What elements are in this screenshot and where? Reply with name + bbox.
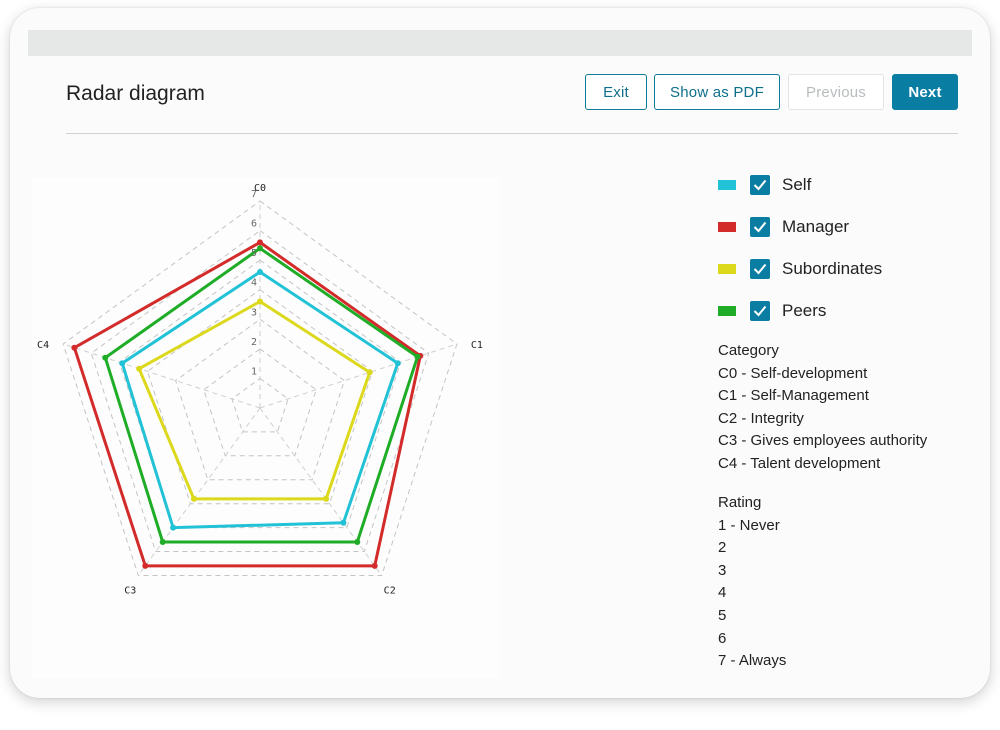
rating-item: 3 xyxy=(718,561,727,579)
legend-item-manager[interactable]: Manager xyxy=(718,215,849,239)
data-point-subordinates xyxy=(366,369,373,376)
checkmark-icon xyxy=(753,305,767,317)
rating-item: 5 xyxy=(718,606,727,624)
peers-checkbox[interactable] xyxy=(750,301,770,321)
radar-report-card: Radar diagram Exit Show as PDF Previous … xyxy=(10,8,990,698)
category-item: C4 - Talent development xyxy=(718,454,881,472)
subordinates-checkbox[interactable] xyxy=(750,259,770,279)
data-point-self xyxy=(394,360,401,367)
data-point-subordinates xyxy=(136,365,143,372)
legend-item-subordinates[interactable]: Subordinates xyxy=(718,257,882,281)
data-point-manager xyxy=(71,344,78,351)
tick-label: 2 xyxy=(251,337,257,348)
data-point-subordinates xyxy=(257,298,263,305)
tick-label: 6 xyxy=(251,219,257,230)
rating-item: 2 xyxy=(718,539,727,557)
legend-item-peers[interactable]: Peers xyxy=(718,299,826,323)
category-item: C2 - Integrity xyxy=(718,409,804,427)
legend-swatch-manager xyxy=(718,222,736,232)
axis-label-c0: C0 xyxy=(254,183,266,194)
tick-label: 4 xyxy=(251,278,257,289)
data-point-manager xyxy=(142,562,149,569)
legend-label-manager: Manager xyxy=(782,217,850,236)
legend-swatch-subordinates xyxy=(718,264,736,274)
data-point-subordinates xyxy=(323,495,330,502)
grid-spoke xyxy=(259,343,458,409)
data-point-subordinates xyxy=(190,495,197,502)
category-item: C0 - Self-development xyxy=(718,364,868,382)
grid-spoke xyxy=(137,407,261,576)
axis-label-c4: C4 xyxy=(37,340,49,351)
category-item: C3 - Gives employees authority xyxy=(718,432,928,450)
axis-label-c1: C1 xyxy=(471,340,483,351)
data-point-self xyxy=(257,269,263,275)
legend-item-self[interactable]: Self xyxy=(718,173,811,197)
grid-ring xyxy=(203,348,317,457)
data-point-peers xyxy=(414,353,421,360)
rating-item: 6 xyxy=(718,629,727,647)
rating-item: 1 - Never xyxy=(718,516,780,534)
rating-item: 7 - Always xyxy=(718,652,787,670)
checkmark-icon xyxy=(753,179,767,191)
grid-spoke xyxy=(62,343,261,409)
data-point-self xyxy=(170,524,177,531)
data-point-manager xyxy=(257,239,263,246)
legend-label-self: Self xyxy=(782,175,812,194)
category-item: C1 - Self-Management xyxy=(718,387,869,405)
tick-label: 5 xyxy=(251,248,257,259)
checkmark-icon xyxy=(753,263,767,275)
legend-swatch-self xyxy=(718,180,736,190)
tick-label: 3 xyxy=(251,307,257,318)
axis-label-c3: C3 xyxy=(124,586,136,597)
legend-label-peers: Peers xyxy=(782,301,827,320)
category-list: Category C0 - Self-development C1 - Self… xyxy=(718,340,927,476)
rating-item: 4 xyxy=(718,584,727,602)
axis-label-c2: C2 xyxy=(384,586,396,597)
rating-list: Rating 1 - Never 2 3 4 5 6 7 - Always xyxy=(718,492,786,673)
tick-label: 1 xyxy=(251,366,257,377)
checkmark-icon xyxy=(753,221,767,233)
self-checkbox[interactable] xyxy=(750,175,770,195)
category-title: Category xyxy=(718,342,779,359)
series-line-subordinates xyxy=(137,300,372,501)
rating-title: Rating xyxy=(718,494,762,511)
manager-checkbox[interactable] xyxy=(750,217,770,237)
data-point-self xyxy=(340,519,347,526)
data-point-self xyxy=(119,360,126,367)
grid-spoke xyxy=(259,407,383,576)
data-point-peers xyxy=(159,539,166,545)
data-point-peers xyxy=(354,539,361,545)
legend-label-subordinates: Subordinates xyxy=(782,259,883,278)
data-point-manager xyxy=(371,562,378,569)
data-point-peers xyxy=(257,245,263,252)
legend-swatch-peers xyxy=(718,306,736,316)
data-point-peers xyxy=(102,354,109,361)
